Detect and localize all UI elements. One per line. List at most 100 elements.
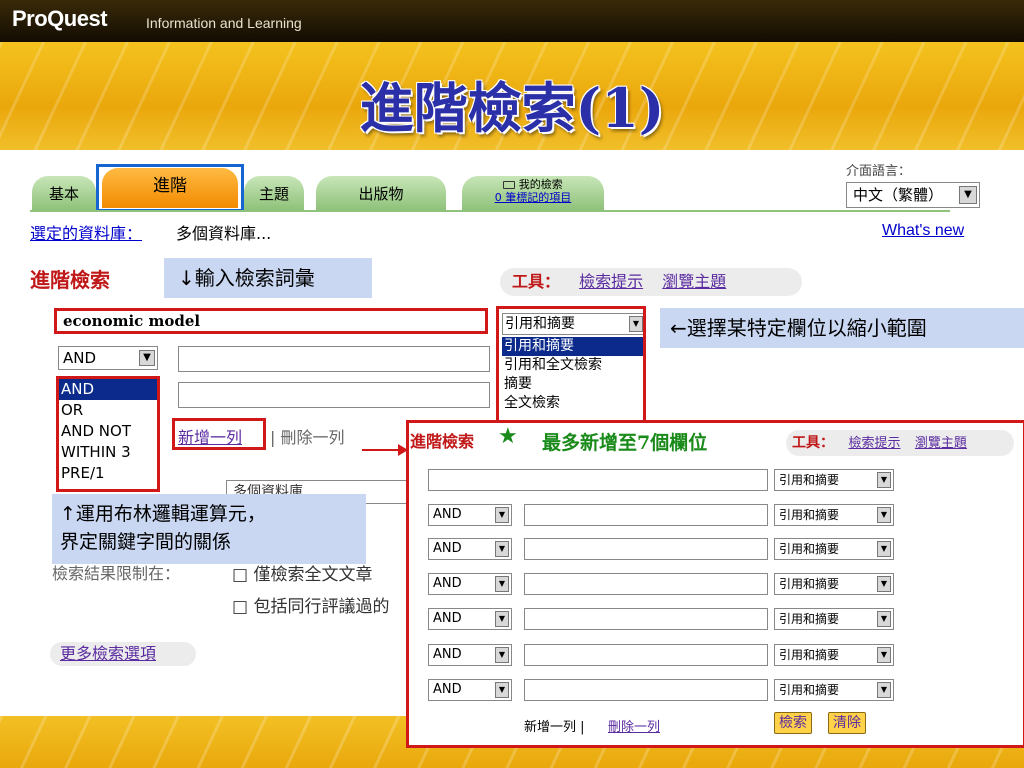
add-row-link[interactable]: 新增一列	[178, 424, 242, 448]
boolean-option[interactable]: WITHIN 3	[59, 442, 157, 463]
selected-databases-value: 多個資料庫...	[176, 224, 272, 243]
advanced-search-heading: 進階檢索	[30, 268, 110, 292]
chevron-down-icon: ▼	[495, 682, 509, 698]
whats-new-link[interactable]: What's new	[882, 222, 964, 240]
my-search-label: 我的檢索	[518, 178, 563, 191]
field-select[interactable]: 引用和摘要 ▼	[774, 679, 894, 701]
search-term-input[interactable]	[524, 679, 768, 701]
operator-select[interactable]: AND ▼	[428, 644, 512, 666]
search-term-input[interactable]	[524, 573, 768, 595]
boolean-option[interactable]: AND	[59, 379, 157, 400]
tab-my-search[interactable]: 我的檢索 0 筆標記的項目	[462, 176, 604, 210]
operator-value: AND	[433, 682, 462, 697]
search-term-input[interactable]	[524, 538, 768, 560]
search-row: AND ▼ 引用和摘要 ▼	[428, 504, 898, 528]
search-row: AND ▼ 引用和摘要 ▼	[428, 679, 898, 703]
boolean-operator-select[interactable]: AND ▼	[58, 346, 158, 370]
search-term-input[interactable]	[524, 504, 768, 526]
tools-label: 工具：	[512, 272, 561, 291]
interface-language-value: 中文（繁體）	[853, 186, 944, 204]
chevron-down-icon: ▼	[495, 541, 509, 557]
field-select[interactable]: 引用和摘要 ▼	[774, 644, 894, 666]
chevron-down-icon: ▼	[877, 611, 891, 627]
search-button[interactable]: 檢索	[774, 712, 812, 734]
proquest-logo: ProQuest	[12, 6, 108, 31]
search-term-input[interactable]	[524, 644, 768, 666]
search-term-input[interactable]	[178, 382, 490, 408]
field-select-value: 引用和摘要	[779, 542, 840, 556]
peer-reviewed-checkbox[interactable]: □ 包括同行評議過的	[232, 592, 389, 617]
search-tips-link[interactable]: 檢索提示	[579, 272, 643, 291]
operator-select[interactable]: AND ▼	[428, 504, 512, 526]
keyword-input[interactable]: economic model	[54, 308, 488, 334]
tab-advanced[interactable]: 進階	[102, 168, 238, 208]
interface-language-select[interactable]: 中文（繁體） ▼	[846, 182, 980, 208]
tab-basic[interactable]: 基本	[32, 176, 96, 210]
panel-heading: 進階檢索	[410, 432, 475, 451]
field-select-value: 引用和摘要	[779, 612, 840, 626]
field-select-value: 引用和摘要	[779, 577, 840, 591]
delete-row-link[interactable]: | 刪除一列	[270, 424, 345, 448]
field-select-value: 引用和摘要	[779, 683, 840, 697]
chevron-down-icon: ▼	[495, 647, 509, 663]
selected-databases-link[interactable]: 選定的資料庫：	[30, 220, 142, 244]
tab-subject[interactable]: 主題	[244, 176, 304, 210]
peer-reviewed-label: 包括同行評議過的	[253, 597, 390, 617]
chevron-down-icon: ▼	[877, 541, 891, 557]
annotation-select-field: ←選擇某特定欄位以縮小範圍	[660, 308, 1024, 348]
field-select[interactable]: 引用和摘要 ▼	[774, 573, 894, 595]
boolean-option[interactable]: AND NOT	[59, 421, 157, 442]
panel-add-row-link[interactable]: 新增一列 |	[524, 716, 585, 735]
chevron-down-icon: ▼	[877, 472, 891, 488]
search-term-input[interactable]	[178, 346, 490, 372]
folder-icon	[503, 181, 516, 189]
annotation-boolean-line2: 界定關鍵字間的關係	[60, 531, 232, 553]
browse-topics-link[interactable]: 瀏覽主題	[662, 272, 726, 291]
field-select[interactable]: 引用和摘要 ▼	[774, 538, 894, 560]
clear-button[interactable]: 清除	[828, 712, 866, 734]
fulltext-label: 僅檢索全文文章	[253, 565, 373, 585]
tab-publications[interactable]: 出版物	[316, 176, 446, 210]
search-row: 引用和摘要 ▼	[428, 469, 898, 493]
panel-search-tips-link[interactable]: 檢索提示	[848, 436, 900, 451]
field-select[interactable]: 引用和摘要 ▼	[774, 608, 894, 630]
panel-browse-topics-link[interactable]: 瀏覽主題	[915, 436, 967, 451]
panel-tools-bar: 工具： 檢索提示 瀏覽主題	[786, 430, 1014, 456]
chevron-down-icon: ▼	[139, 350, 155, 366]
slide-title: 進階檢索(1)	[359, 76, 665, 140]
search-row: AND ▼ 引用和摘要 ▼	[428, 644, 898, 668]
operator-value: AND	[433, 507, 462, 522]
boolean-option[interactable]: PRE/1	[59, 463, 157, 484]
marked-items-link[interactable]: 0 筆標記的項目	[462, 191, 604, 204]
boolean-option[interactable]: OR	[59, 400, 157, 421]
field-list-highlight	[496, 306, 646, 426]
star-icon: ★	[498, 424, 518, 449]
more-search-options-link[interactable]: 更多檢索選項	[50, 642, 196, 666]
operator-select[interactable]: AND ▼	[428, 573, 512, 595]
operator-select[interactable]: AND ▼	[428, 538, 512, 560]
chevron-down-icon: ▼	[495, 507, 509, 523]
search-row: AND ▼ 引用和摘要 ▼	[428, 608, 898, 632]
delete-row-label: 刪除一列	[280, 428, 345, 447]
field-select-value: 引用和摘要	[779, 473, 840, 487]
operator-select[interactable]: AND ▼	[428, 608, 512, 630]
chevron-down-icon: ▼	[495, 576, 509, 592]
search-term-input[interactable]	[428, 469, 768, 491]
chevron-down-icon: ▼	[877, 682, 891, 698]
panel-delete-row-link[interactable]: 刪除一列	[608, 716, 660, 735]
search-row: AND ▼ 引用和摘要 ▼	[428, 573, 898, 597]
operator-value: AND	[433, 647, 462, 662]
field-select[interactable]: 引用和摘要 ▼	[774, 469, 894, 491]
annotation-max-rows: 最多新增至7個欄位	[542, 432, 708, 454]
tab-underline	[30, 210, 950, 212]
tools-bar: 工具： 檢索提示 瀏覽主題	[500, 268, 802, 296]
chevron-down-icon: ▼	[877, 507, 891, 523]
chevron-down-icon: ▼	[495, 611, 509, 627]
field-select-value: 引用和摘要	[779, 508, 840, 522]
operator-value: AND	[433, 576, 462, 591]
panel-add-row-label: 新增一列	[524, 720, 577, 735]
chevron-down-icon: ▼	[959, 186, 977, 204]
search-term-input[interactable]	[524, 608, 768, 630]
operator-select[interactable]: AND ▼	[428, 679, 512, 701]
field-select[interactable]: 引用和摘要 ▼	[774, 504, 894, 526]
